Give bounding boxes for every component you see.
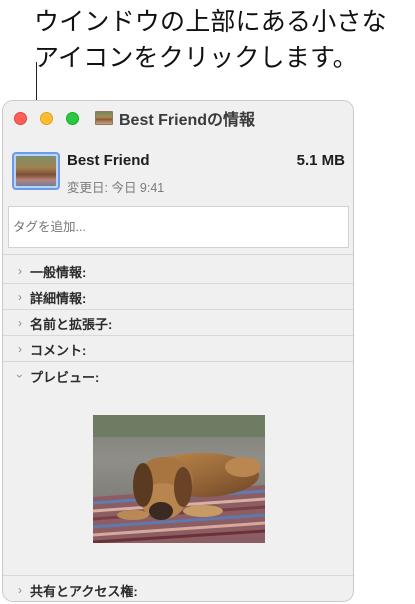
section-label: 一般情報: xyxy=(30,264,87,280)
thumbnail-image xyxy=(16,156,56,186)
get-info-window: Best Friendの情報 Best Friend 5.1 MB 変更日: 今… xyxy=(2,100,354,602)
section-comments[interactable]: › コメント: xyxy=(3,336,353,362)
callout-text: ウインドウの上部にある小さな アイコンをクリックします。 xyxy=(34,8,387,72)
window-title-text: Best Friendの情報 xyxy=(119,112,256,129)
section-sharing-permissions[interactable]: › 共有とアクセス権: xyxy=(3,577,353,601)
file-modified-date: 変更日: 今日 9:41 xyxy=(67,181,165,195)
section-preview[interactable]: › プレビュー: xyxy=(3,363,353,389)
section-name-extension[interactable]: › 名前と拡張子: xyxy=(3,310,353,336)
divider xyxy=(3,575,353,576)
divider xyxy=(3,361,353,362)
file-size: 5.1 MB xyxy=(296,152,345,169)
chevron-right-icon[interactable]: › xyxy=(12,342,28,356)
chevron-right-icon[interactable]: › xyxy=(12,583,28,597)
close-button[interactable] xyxy=(14,112,27,125)
window-title: Best Friendの情報 xyxy=(95,108,256,129)
file-name: Best Friend xyxy=(67,152,150,169)
dog-photo-image xyxy=(93,415,265,543)
photo-file-icon[interactable] xyxy=(95,111,113,125)
chevron-right-icon[interactable]: › xyxy=(12,290,28,304)
section-label: 詳細情報: xyxy=(30,290,87,306)
section-label: プレビュー: xyxy=(30,369,100,385)
zoom-button[interactable] xyxy=(66,112,79,125)
tags-input[interactable] xyxy=(8,206,349,248)
section-label: コメント: xyxy=(30,342,87,358)
chevron-right-icon[interactable]: › xyxy=(12,264,28,278)
chevron-right-icon[interactable]: › xyxy=(12,316,28,330)
minimize-button[interactable] xyxy=(40,112,53,125)
section-more-info[interactable]: › 詳細情報: xyxy=(3,284,353,310)
preview-image xyxy=(93,415,265,543)
divider xyxy=(3,254,353,255)
section-general[interactable]: › 一般情報: xyxy=(3,258,353,284)
section-label: 名前と拡張子: xyxy=(30,316,113,332)
file-thumbnail-icon[interactable] xyxy=(12,152,60,190)
section-label: 共有とアクセス権: xyxy=(30,583,138,599)
title-bar[interactable]: Best Friendの情報 xyxy=(3,101,353,135)
chevron-down-icon[interactable]: › xyxy=(13,368,27,384)
